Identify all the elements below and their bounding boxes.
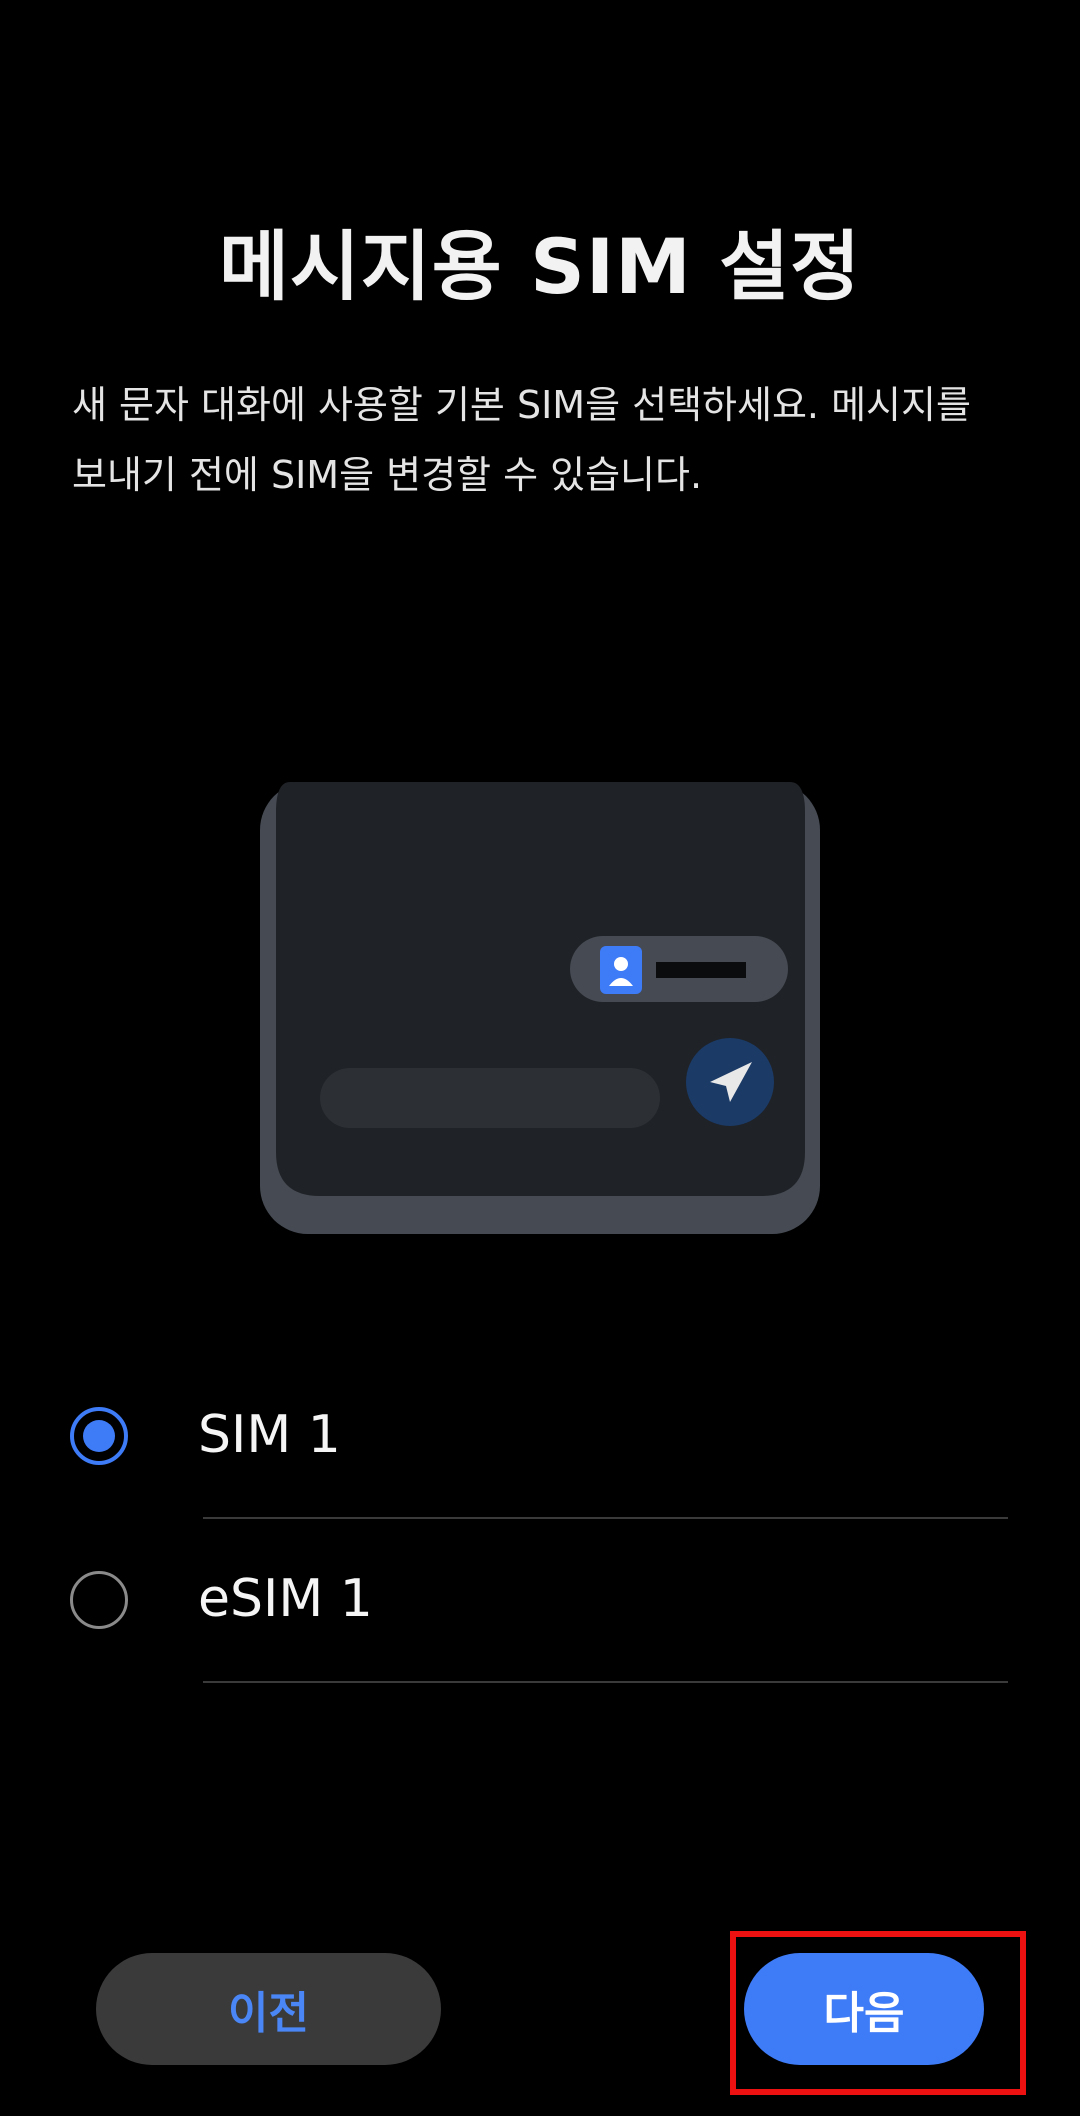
message-input-bar [320,1068,660,1128]
sim-name-bar [656,962,746,978]
radio-button-sim1[interactable] [70,1407,128,1465]
previous-button[interactable]: 이전 [96,1953,441,2065]
sim-option-label: eSIM 1 [198,1569,373,1629]
divider [203,1681,1008,1683]
sim-option-esim1[interactable]: eSIM 1 [0,1519,1080,1683]
page-description: 새 문자 대화에 사용할 기본 SIM을 선택하세요. 메시지를 보내기 전에 … [72,383,971,497]
page-title: 메시지용 SIM 설정 [218,222,862,311]
next-button-highlight [730,1931,1026,2095]
radio-button-esim1[interactable] [70,1571,128,1629]
contact-icon [600,946,642,994]
message-illustration [260,782,820,1234]
sim-option-label: SIM 1 [198,1405,341,1465]
sim-option-sim1[interactable]: SIM 1 [0,1355,1080,1519]
